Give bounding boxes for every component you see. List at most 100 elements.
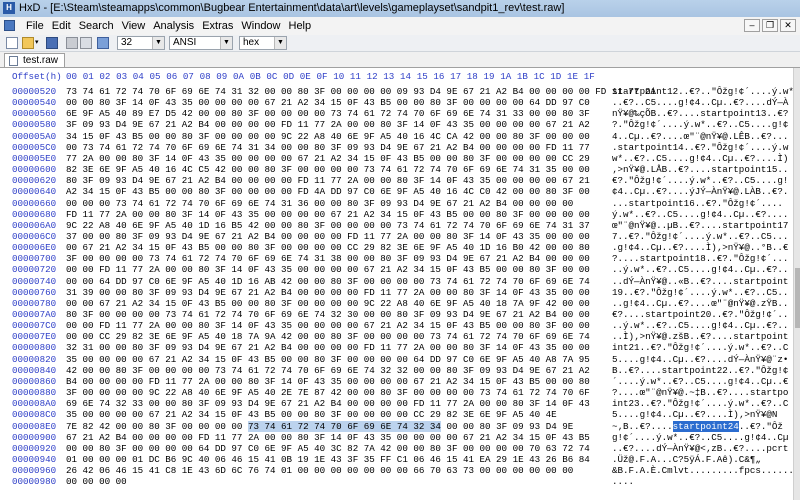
tab-test-raw[interactable]: test.raw xyxy=(4,53,66,67)
row-hex-bytes[interactable]: 00 00 00 73 74 61 72 74 70 6F 69 6E 74 3… xyxy=(66,198,573,209)
row-ascii-text[interactable]: startpoint12..€?.."Ôžg!¢´....ý.w* xyxy=(612,86,793,97)
open-folder-icon[interactable] xyxy=(22,37,34,49)
menu-file[interactable]: File xyxy=(22,19,48,33)
menu-view[interactable]: View xyxy=(118,19,150,33)
row-ascii-text[interactable]: ...startpoint16..€?."Ôžg!¢´.... xyxy=(612,198,783,209)
row-hex-bytes[interactable]: 6E 9F A5 40 89 E7 D5 42 00 00 80 3F 00 0… xyxy=(66,108,590,119)
hex-bytes-after-selection[interactable]: 00 00 80 3F 09 93 D4 9E xyxy=(441,421,573,432)
row-ascii-text[interactable]: w*..€?..C5....g!¢4..Cµ..€?....Ì) xyxy=(612,153,788,164)
open-dropdown-icon[interactable]: ▾ xyxy=(35,37,41,49)
row-ascii-text[interactable]: ..ý.w*..€?..C5....g!¢4..Cµ..€?.. xyxy=(612,320,788,331)
ascii-after-selection[interactable]: ..€?."Ôž xyxy=(739,421,783,432)
chevron-down-icon[interactable]: ▼ xyxy=(220,37,232,49)
row-ascii-text[interactable]: &B.F.A.È.Cmlvt.........fpcs...... xyxy=(612,465,793,476)
row-hex-bytes[interactable]: B4 00 00 00 00 FD 11 77 2A 00 00 80 3F 1… xyxy=(66,376,590,387)
row-ascii-text[interactable]: .startpoint14..€?."Ôžg!¢´....ý.w xyxy=(612,142,788,153)
row-ascii-text[interactable]: ´....ý.w*..€?..C5....g!¢4..Cµ..€ xyxy=(612,376,788,387)
row-ascii-text[interactable]: ..Ì)‚>nŸ¥@.zšB..€?....startpoint xyxy=(612,331,788,342)
properties-icon[interactable] xyxy=(80,37,92,49)
print-icon[interactable] xyxy=(66,37,78,49)
chevron-down-icon[interactable]: ▼ xyxy=(152,37,164,49)
row-hex-bytes[interactable]: 69 6E 74 32 33 00 00 80 3F 09 93 D4 9E 6… xyxy=(66,398,590,409)
minimize-button[interactable]: – xyxy=(744,19,760,32)
ascii-selection[interactable]: startpoint24 xyxy=(672,420,739,432)
menu-extras[interactable]: Extras xyxy=(198,19,237,33)
chevron-down-icon[interactable]: ▼ xyxy=(274,37,286,49)
row-hex-bytes[interactable]: 3F 09 93 D4 9E 67 21 A2 B4 00 00 00 00 F… xyxy=(66,119,590,130)
scrollbar-thumb[interactable] xyxy=(795,268,800,328)
row-ascii-text[interactable]: 5....g!¢4..Cµ..€?....Ì)‚>nŸ¥@N xyxy=(612,409,777,420)
menu-window[interactable]: Window xyxy=(237,19,284,33)
row-hex-bytes[interactable]: 34 15 0F 43 B5 00 00 80 3F 00 00 00 00 9… xyxy=(66,131,590,142)
hex-selection[interactable]: 73 74 61 72 74 70 6F 69 6E 74 32 34 xyxy=(247,420,441,432)
ascii-before-selection[interactable]: ~‚B..€?.... xyxy=(612,421,673,432)
new-file-icon[interactable] xyxy=(6,37,18,49)
row-ascii-text[interactable]: B..€?....startpoint22..€?."Ôžg!¢ xyxy=(612,365,788,376)
row-ascii-text[interactable]: €?."Ôžg!¢´....ý.w*..€?..C5....g! xyxy=(612,175,788,186)
restore-button[interactable]: ❐ xyxy=(762,19,778,32)
row-hex-bytes[interactable]: 00 00 FD 11 77 2A 00 00 80 3F 14 0F 43 3… xyxy=(66,320,590,331)
row-hex-bytes[interactable]: 80 3F 00 00 00 00 73 74 61 72 74 70 6F 6… xyxy=(66,309,590,320)
row-ascii-text[interactable]: g!¢´....ý.w*..€?..C5....g!¢4..Cµ xyxy=(612,432,788,443)
bytes-per-row-select[interactable]: 32 ▼ xyxy=(117,36,165,50)
row-hex-bytes[interactable]: 9C 22 A8 40 6E 9F A5 40 1D 16 B5 42 00 0… xyxy=(66,220,590,231)
row-ascii-text[interactable]: ~‚B..€?....startpoint24..€?."Ôž xyxy=(612,420,783,432)
hex-bytes-before-selection[interactable]: 7E 82 42 00 00 80 3F 00 00 00 00 xyxy=(66,421,248,432)
vertical-scrollbar[interactable] xyxy=(793,68,800,500)
row-ascii-text[interactable]: ?....œ"¨@nŸ¥@.~‡B..€?....startpo xyxy=(612,387,788,398)
row-hex-bytes[interactable]: 35 00 00 00 00 67 21 A2 34 15 0F 43 B5 0… xyxy=(66,354,590,365)
document-window-icon[interactable] xyxy=(4,20,15,31)
row-hex-bytes[interactable]: 31 39 00 00 80 3F 09 93 D4 9E 67 21 A2 B… xyxy=(66,287,590,298)
row-ascii-text[interactable]: ..€?..C5....g!¢4..Cµ..€?....dÝ—À xyxy=(612,97,788,108)
save-icon[interactable] xyxy=(46,37,58,49)
row-hex-bytes[interactable]: 00 73 74 61 72 74 70 6F 69 6E 74 31 34 0… xyxy=(66,142,590,153)
row-ascii-text[interactable]: 4..Cµ..€?....œ"¨@nŸ¥@.LÊB..€?... xyxy=(612,131,788,142)
row-hex-bytes[interactable]: 00 00 00 00 xyxy=(66,476,127,487)
row-hex-bytes[interactable]: 35 00 00 00 00 67 21 A2 34 15 0F 43 B5 0… xyxy=(66,409,557,420)
row-ascii-text[interactable]: .g!¢4..Cµ..€?....Ì)‚>nŸ¥@..°B..€ xyxy=(612,242,788,253)
row-ascii-text[interactable]: ?."Ôžg!¢´....ý.w*..€?..C5....g!¢ xyxy=(612,119,788,130)
row-hex-bytes[interactable]: 7E 82 42 00 00 80 3F 00 00 00 00 73 74 6… xyxy=(66,420,573,432)
offset-base-select[interactable]: hex ▼ xyxy=(239,36,287,50)
row-ascii-text[interactable]: 19..€?."Ôžg!¢´....ý.w*..€?..C5.. xyxy=(612,287,788,298)
row-hex-bytes[interactable]: 00 00 80 3F 14 0F 43 35 00 00 00 00 67 2… xyxy=(66,97,590,108)
row-hex-bytes[interactable]: 67 21 A2 B4 00 00 00 00 FD 11 77 2A 00 0… xyxy=(66,432,590,443)
row-ascii-text[interactable]: ..g!¢4..Cµ..€?....œ"¨@nŸ¥@.zŸB.. xyxy=(612,298,788,309)
menu-analysis[interactable]: Analysis xyxy=(149,19,198,33)
row-ascii-text[interactable]: ..€?....dÝ—ÀnŸ¥@<‚zB..€?....pcrt xyxy=(612,443,788,454)
row-ascii-text[interactable]: ‚>nŸ¥@.LÅB..€?....startpoint15.. xyxy=(612,164,788,175)
row-hex-bytes[interactable]: A2 34 15 0F 43 B5 00 00 80 3F 00 00 00 0… xyxy=(66,186,590,197)
menu-edit[interactable]: Edit xyxy=(48,19,75,33)
row-ascii-text[interactable]: nŸ¥@‰çÕB..€?....startpoint13..€? xyxy=(612,108,788,119)
row-ascii-text[interactable]: €?....startpoint20..€?."Ôžg!¢´.. xyxy=(612,309,788,320)
row-hex-bytes[interactable]: FD 11 77 2A 00 00 80 3F 14 0F 43 35 00 0… xyxy=(66,209,590,220)
row-ascii-text[interactable]: 5....g!¢4..Cµ..€?....dÝ—ÀnŸ¥@¨z• xyxy=(612,354,788,365)
row-hex-bytes[interactable]: 00 00 80 3F 00 00 00 00 64 DD 97 C0 6E 9… xyxy=(66,443,590,454)
close-button[interactable]: ✕ xyxy=(780,19,796,32)
row-hex-bytes[interactable]: 73 74 61 72 74 70 6F 69 6E 74 31 32 00 0… xyxy=(66,86,656,97)
row-ascii-text[interactable]: ý.w*..€?..C5....g!¢4..Cµ..€?.... xyxy=(612,209,788,220)
row-hex-bytes[interactable]: 01 00 00 00 01 DC B6 9C 40 06 46 15 41 0… xyxy=(66,454,590,465)
row-ascii-text[interactable]: .Üž@.F.A...C?5ÿÁ.F.Aê).C&¶„ xyxy=(612,454,761,465)
hex-editor[interactable]: Offset(h) 00 01 02 03 04 05 06 07 08 09 0A 0B 0C 0D 0E… xyxy=(0,68,793,500)
row-hex-bytes[interactable]: 3F 00 00 00 00 9C 22 A8 40 6E 9F A5 40 2… xyxy=(66,387,590,398)
row-hex-bytes[interactable]: 80 3F 09 93 D4 9E 67 21 A2 B4 00 00 00 0… xyxy=(66,175,590,186)
row-hex-bytes[interactable]: 00 00 FD 11 77 2A 00 00 80 3F 14 0F 43 3… xyxy=(66,264,590,275)
row-ascii-text[interactable]: ?....startpoint18..€?."Ôžg!¢´... xyxy=(612,253,788,264)
row-hex-bytes[interactable]: 77 2A 00 00 80 3F 14 0F 43 35 00 00 00 0… xyxy=(66,153,590,164)
row-ascii-text[interactable]: 7..€?."Ôžg!¢´....ý.w*..€?..C5... xyxy=(612,231,788,242)
row-ascii-text[interactable]: ..dÝ—ÀnŸ¥@..«B..€?....startpoint xyxy=(612,276,788,287)
row-hex-bytes[interactable]: 00 00 64 DD 97 C0 6E 9F A5 40 1D 16 AB 4… xyxy=(66,276,590,287)
row-hex-bytes[interactable]: 00 00 67 21 A2 34 15 0F 43 B5 00 00 80 3… xyxy=(66,298,590,309)
menu-search[interactable]: Search xyxy=(75,19,118,33)
row-hex-bytes[interactable]: 37 00 00 80 3F 09 93 D4 9E 67 21 A2 B4 0… xyxy=(66,231,590,242)
row-hex-bytes[interactable]: 32 31 00 00 80 3F 09 93 D4 9E 67 21 A2 B… xyxy=(66,342,590,353)
row-ascii-text[interactable]: int23..€?."Ôžg!¢´....ý.w*..€?..C xyxy=(612,398,788,409)
row-ascii-text[interactable]: ¢4..Cµ..€?....ýJÝ—ÀnŸ¥@.LÀB..€?. xyxy=(612,186,788,197)
row-hex-bytes[interactable]: 00 00 CC 29 82 3E 6E 9F A5 40 18 7A 9A 4… xyxy=(66,331,590,342)
row-hex-bytes[interactable]: 26 42 06 46 15 41 C8 1E 43 6D 6C 76 74 0… xyxy=(66,465,573,476)
row-ascii-text[interactable]: int21..€?."Ôžg!¢´....ý.w*..€?..C xyxy=(612,342,788,353)
row-hex-bytes[interactable]: 00 67 21 A2 34 15 0F 43 B5 00 00 80 3F 0… xyxy=(66,242,590,253)
charset-select[interactable]: ANSI ▼ xyxy=(169,36,233,50)
row-hex-bytes[interactable]: 3F 00 00 00 00 73 74 61 72 74 70 6F 69 6… xyxy=(66,253,590,264)
